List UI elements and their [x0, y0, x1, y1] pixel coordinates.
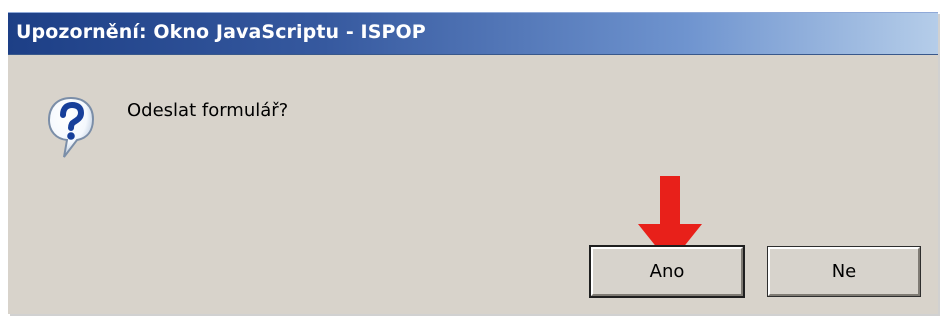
- javascript-alert-dialog: Upozornění: Okno JavaScriptu - ISPOP Ode…: [8, 12, 938, 314]
- page: Upozornění: Okno JavaScriptu - ISPOP Ode…: [0, 0, 941, 324]
- dialog-message: Odeslat formulář?: [127, 100, 289, 121]
- yes-button[interactable]: Ano: [589, 245, 745, 298]
- question-mark-icon: [47, 96, 95, 158]
- dialog-titlebar[interactable]: Upozornění: Okno JavaScriptu - ISPOP: [8, 12, 938, 55]
- dialog-title: Upozornění: Okno JavaScriptu - ISPOP: [16, 21, 426, 43]
- no-button[interactable]: Ne: [767, 246, 921, 297]
